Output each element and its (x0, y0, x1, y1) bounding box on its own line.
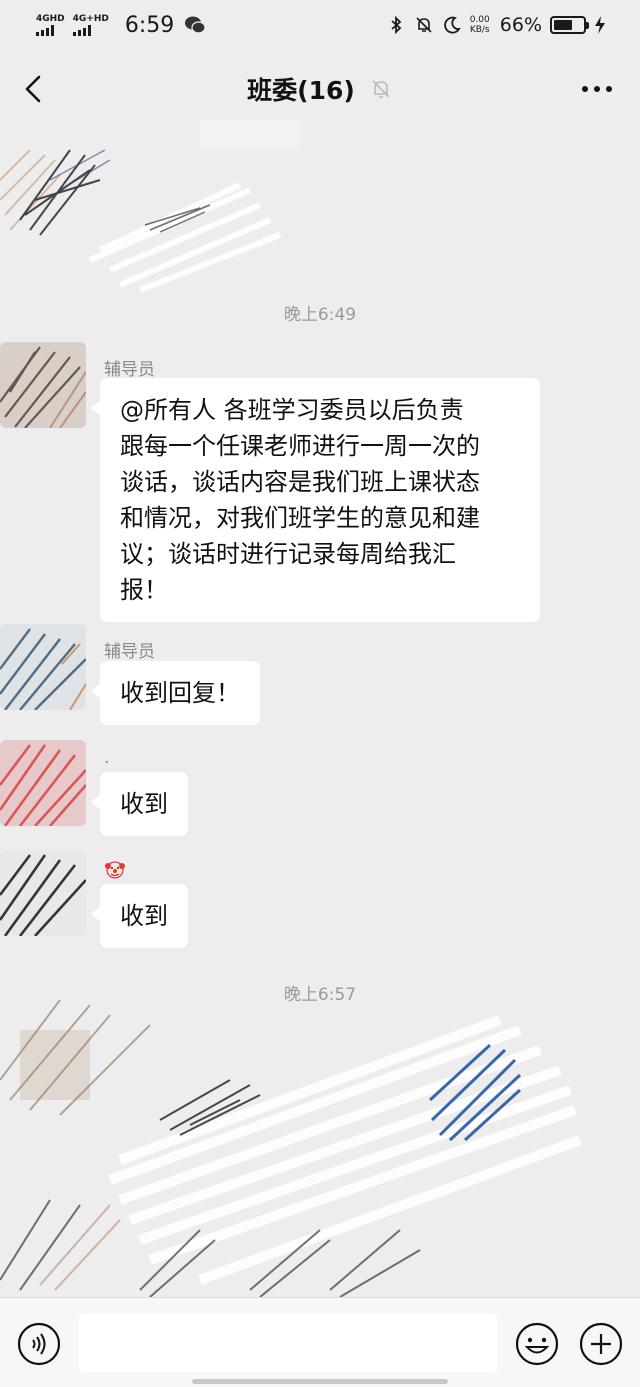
battery-fill (554, 20, 573, 30)
back-chevron-icon[interactable] (18, 72, 52, 106)
message-text: 收到 (120, 790, 168, 818)
message-line: 谈话，谈话内容是我们班上课状态 (120, 468, 480, 496)
speed-value: 0.00 (469, 15, 490, 25)
charging-bolt-icon (595, 16, 605, 34)
sender-name: 辅导员 (104, 360, 155, 380)
bell-off-icon (416, 17, 432, 33)
sender-name: 辅导员 (104, 642, 155, 662)
message-bubble[interactable]: 收到 (91, 772, 188, 836)
message-line: 报！ (120, 576, 168, 604)
avatar[interactable] (0, 624, 86, 710)
chat-title: 班委(16) (247, 76, 355, 105)
network-type-2: 4G+HD (72, 13, 109, 24)
message-line: 议；谈话时进行记录每周给我汇 (120, 540, 456, 568)
signal-1: 4GHD (36, 13, 65, 36)
clown-face-icon (105, 861, 125, 879)
moon-icon (443, 16, 461, 34)
battery-icon (550, 16, 589, 34)
bluetooth-icon (391, 15, 402, 35)
message-bubble[interactable]: @所有人 各班学习委员以后负责 跟每一个任课老师进行一周一次的 谈话，谈话内容是… (91, 378, 540, 622)
avatar[interactable] (0, 850, 86, 936)
more-dots-icon[interactable] (580, 77, 614, 101)
time-label: 晚上6:49 (283, 305, 357, 325)
avatar-image (0, 342, 86, 428)
network-type-1: 4GHD (36, 13, 65, 24)
emoji-icon[interactable] (514, 1321, 560, 1367)
avatar-image (0, 850, 86, 936)
avatar-image (0, 624, 86, 710)
message-line: 跟每一个任课老师进行一周一次的 (120, 432, 480, 460)
title-wrap[interactable]: 班委(16) (247, 71, 393, 107)
message-bubble[interactable]: 收到回复！ (91, 661, 260, 725)
signal-group: 4GHD 4G+HD (36, 13, 109, 36)
message-line: @所有人 各班学习委员以后负责 (120, 396, 464, 424)
status-time: 6:59 (124, 12, 175, 38)
wechat-notification-icon (185, 16, 206, 34)
redacted-message-bottom (0, 999, 582, 1297)
status-bar: 4GHD 4G+HD 6:59 0.00 KB/s 66% (0, 0, 640, 50)
redacted-message-top (0, 120, 300, 293)
battery-percent: 66% (499, 14, 542, 36)
message-text: 收到 (120, 902, 168, 930)
voice-icon[interactable] (16, 1321, 62, 1367)
message-bubble[interactable]: 收到 (91, 884, 188, 948)
speed-unit: KB/s (469, 25, 490, 35)
message-line: 和情况，对我们班学生的意见和建 (120, 504, 480, 532)
sender-name: . (104, 748, 110, 768)
plus-icon[interactable] (578, 1321, 624, 1367)
chat-header: 班委(16) (0, 60, 640, 118)
message-text: 收到回复！ (120, 679, 240, 707)
message-input[interactable] (78, 1314, 498, 1372)
avatar[interactable] (0, 740, 86, 826)
signal-bars-icon (72, 24, 91, 36)
status-right: 0.00 KB/s 66% (386, 14, 606, 36)
home-indicator (192, 1379, 448, 1384)
avatar-image (0, 740, 86, 826)
signal-2: 4G+HD (72, 13, 109, 36)
network-speed: 0.00 KB/s (470, 15, 490, 35)
bell-muted-icon (372, 80, 390, 98)
signal-bars-icon (36, 24, 54, 36)
input-bar (0, 1297, 640, 1387)
avatar[interactable] (0, 342, 86, 428)
